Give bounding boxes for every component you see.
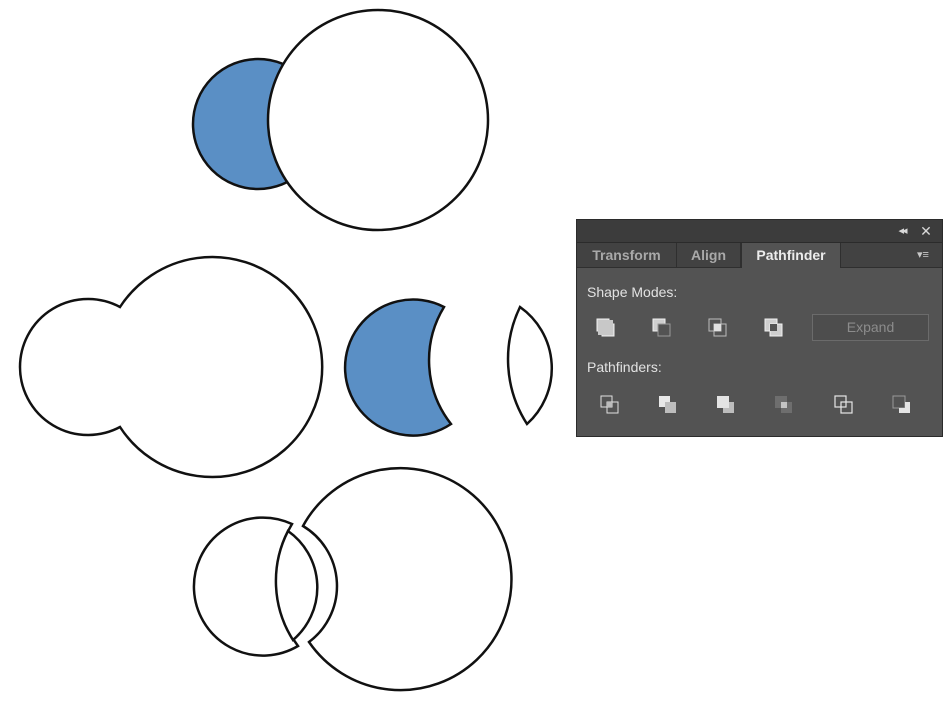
shape-modes-label: Shape Modes: bbox=[587, 284, 678, 300]
exclude-icon bbox=[764, 318, 783, 337]
merge-icon bbox=[717, 396, 734, 413]
close-panel-icon[interactable]: ✕ bbox=[918, 223, 934, 239]
minus-back-button[interactable] bbox=[889, 392, 915, 418]
exclude-button[interactable] bbox=[761, 315, 787, 341]
tab-pathfinder[interactable]: Pathfinder bbox=[741, 243, 841, 268]
minus-front-icon bbox=[652, 318, 671, 337]
minus-front-button[interactable] bbox=[649, 315, 675, 341]
united-shape[interactable] bbox=[18, 255, 324, 479]
trim-icon bbox=[659, 396, 676, 413]
tab-align[interactable]: Align bbox=[677, 243, 741, 267]
tab-transform[interactable]: Transform bbox=[577, 243, 677, 267]
divided-shape-group[interactable] bbox=[192, 466, 513, 692]
collapse-panel-icon[interactable]: ◂◂ bbox=[894, 223, 910, 239]
panel-titlebar[interactable]: ◂◂ ✕ bbox=[577, 220, 942, 243]
divided-right-piece[interactable] bbox=[301, 466, 513, 692]
intersect-icon bbox=[708, 318, 727, 337]
merge-button[interactable] bbox=[713, 392, 739, 418]
divide-button[interactable] bbox=[597, 392, 623, 418]
expand-button[interactable]: Expand bbox=[812, 314, 929, 341]
outline-icon bbox=[834, 395, 853, 414]
pathfinders-label: Pathfinders: bbox=[587, 359, 662, 375]
panel-menu-icon[interactable]: ▾≡ bbox=[912, 246, 934, 264]
intersect-lens-shape[interactable] bbox=[506, 305, 554, 426]
crop-button[interactable] bbox=[771, 392, 797, 418]
intersect-button[interactable] bbox=[705, 315, 731, 341]
pathfinder-panel: ◂◂ ✕ Transform Align Pathfinder ▾≡ Shape… bbox=[576, 219, 943, 437]
trim-button[interactable] bbox=[655, 392, 681, 418]
crop-icon bbox=[775, 396, 792, 413]
unite-button[interactable] bbox=[593, 315, 619, 341]
minus-front-crescent-shape[interactable] bbox=[343, 298, 453, 437]
unite-icon bbox=[596, 318, 615, 337]
large-white-circle[interactable] bbox=[266, 8, 490, 232]
minus-back-icon bbox=[892, 395, 910, 413]
panel-tabstrip: Transform Align Pathfinder ▾≡ bbox=[577, 243, 942, 268]
divide-icon bbox=[600, 395, 619, 414]
shape-group-original[interactable] bbox=[191, 8, 490, 232]
outline-button[interactable] bbox=[831, 392, 857, 418]
